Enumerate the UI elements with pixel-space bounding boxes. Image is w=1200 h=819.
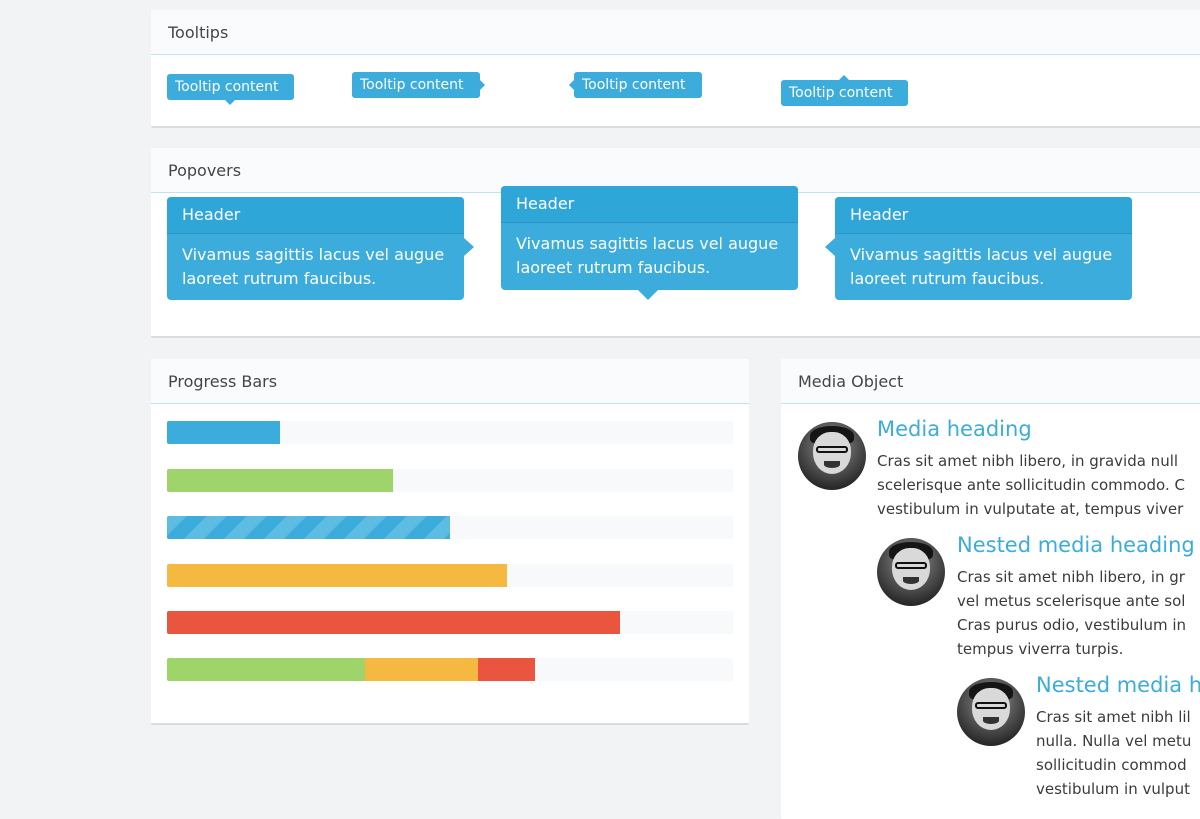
tooltip-label: Tooltip content bbox=[175, 79, 279, 95]
media-heading: Nested media he bbox=[1036, 673, 1200, 697]
progress-panel: Progress Bars bbox=[151, 359, 749, 725]
popover-header: Header bbox=[835, 197, 1132, 234]
progress-fill bbox=[167, 516, 450, 539]
popover-body: Vivamus sagittis lacus vel augue laoreet… bbox=[835, 234, 1132, 301]
popover-body: Vivamus sagittis lacus vel augue laoreet… bbox=[167, 234, 464, 301]
tooltip-right: Tooltip content bbox=[352, 72, 480, 98]
tooltip-top: Tooltip content bbox=[781, 80, 908, 106]
tooltip-arrow-up bbox=[839, 75, 849, 80]
progress-fill bbox=[167, 564, 507, 587]
popover-bottom: Header Vivamus sagittis lacus vel augue … bbox=[501, 186, 798, 290]
popover-text-line: Vivamus sagittis lacus vel augue bbox=[516, 234, 779, 253]
progress-segment bbox=[365, 658, 479, 681]
media-text-line: tempus viverra turpis. bbox=[957, 640, 1124, 658]
progress-fill bbox=[167, 421, 281, 444]
progress-bar bbox=[167, 469, 733, 492]
progress-bar bbox=[167, 564, 733, 587]
media-panel-title: Media Object bbox=[781, 359, 1200, 404]
tooltip-label: Tooltip content bbox=[582, 77, 686, 93]
popover-text-line: laoreet rutrum faucibus. bbox=[516, 258, 711, 277]
media-text-line: Cras sit amet nibh libero, in gravida nu… bbox=[877, 452, 1179, 470]
popover-header: Header bbox=[501, 186, 798, 223]
progress-panel-title: Progress Bars bbox=[151, 359, 749, 404]
tooltip-arrow-down bbox=[225, 100, 235, 105]
media-text-line: sollicitudin commod bbox=[1036, 756, 1187, 774]
tooltip-bottom: Tooltip content bbox=[167, 74, 294, 100]
popover-body: Vivamus sagittis lacus vel augue laoreet… bbox=[501, 223, 798, 290]
tooltips-panel-title: Tooltips bbox=[151, 10, 1200, 55]
media-text-line: Cras sit amet nibh lil bbox=[1036, 708, 1191, 726]
progress-bar-striped bbox=[167, 516, 733, 539]
media-text-line: vel metus scelerisque ante sol bbox=[957, 592, 1186, 610]
popover-arrow-left bbox=[825, 238, 835, 256]
progress-bar bbox=[167, 611, 733, 634]
popover-right: Header Vivamus sagittis lacus vel augue … bbox=[167, 197, 464, 300]
progress-segment bbox=[167, 658, 366, 681]
media-text-line: vestibulum in vulputate at, tempus viver bbox=[877, 500, 1184, 518]
tooltip-label: Tooltip content bbox=[360, 77, 464, 93]
avatar bbox=[877, 538, 945, 606]
popover-header: Header bbox=[167, 197, 464, 234]
avatar bbox=[798, 422, 866, 490]
popover-left: Header Vivamus sagittis lacus vel augue … bbox=[835, 197, 1132, 300]
media-panel: Media Object Media heading Cras sit amet… bbox=[781, 359, 1200, 819]
progress-fill bbox=[167, 469, 394, 492]
tooltip-arrow-left bbox=[569, 80, 574, 90]
progress-segment bbox=[478, 658, 535, 681]
media-text-line: Cras sit amet nibh libero, in gr bbox=[957, 568, 1185, 586]
media-heading: Media heading bbox=[877, 417, 1032, 441]
popover-text-line: Vivamus sagittis lacus vel augue bbox=[182, 245, 445, 264]
progress-bar-stacked bbox=[167, 658, 733, 681]
media-text-line: scelerisque ante sollicitudin commodo. C bbox=[877, 476, 1185, 494]
progress-fill bbox=[167, 611, 620, 634]
tooltip-left: Tooltip content bbox=[574, 72, 702, 98]
popover-arrow-right bbox=[464, 238, 474, 256]
media-heading: Nested media heading bbox=[957, 533, 1195, 557]
popover-text-line: laoreet rutrum faucibus. bbox=[850, 269, 1045, 288]
progress-bar bbox=[167, 421, 733, 444]
media-text-line: vestibulum in vulput bbox=[1036, 780, 1190, 798]
popover-arrow-down bbox=[638, 290, 658, 300]
avatar bbox=[957, 678, 1025, 746]
media-body: Cras sit amet nibh lil nulla. Nulla vel … bbox=[1036, 705, 1191, 801]
media-text-line: nulla. Nulla vel metu bbox=[1036, 732, 1192, 750]
popover-text-line: Vivamus sagittis lacus vel augue bbox=[850, 245, 1113, 264]
tooltip-label: Tooltip content bbox=[789, 85, 893, 101]
media-text-line: Cras purus odio, vestibulum in bbox=[957, 616, 1187, 634]
tooltip-arrow-right bbox=[480, 80, 485, 90]
popover-text-line: laoreet rutrum faucibus. bbox=[182, 269, 377, 288]
media-body: Cras sit amet nibh libero, in gr vel met… bbox=[957, 565, 1186, 661]
media-body: Cras sit amet nibh libero, in gravida nu… bbox=[877, 449, 1185, 521]
tooltips-panel: Tooltips Tooltip content Tooltip content… bbox=[151, 10, 1200, 128]
